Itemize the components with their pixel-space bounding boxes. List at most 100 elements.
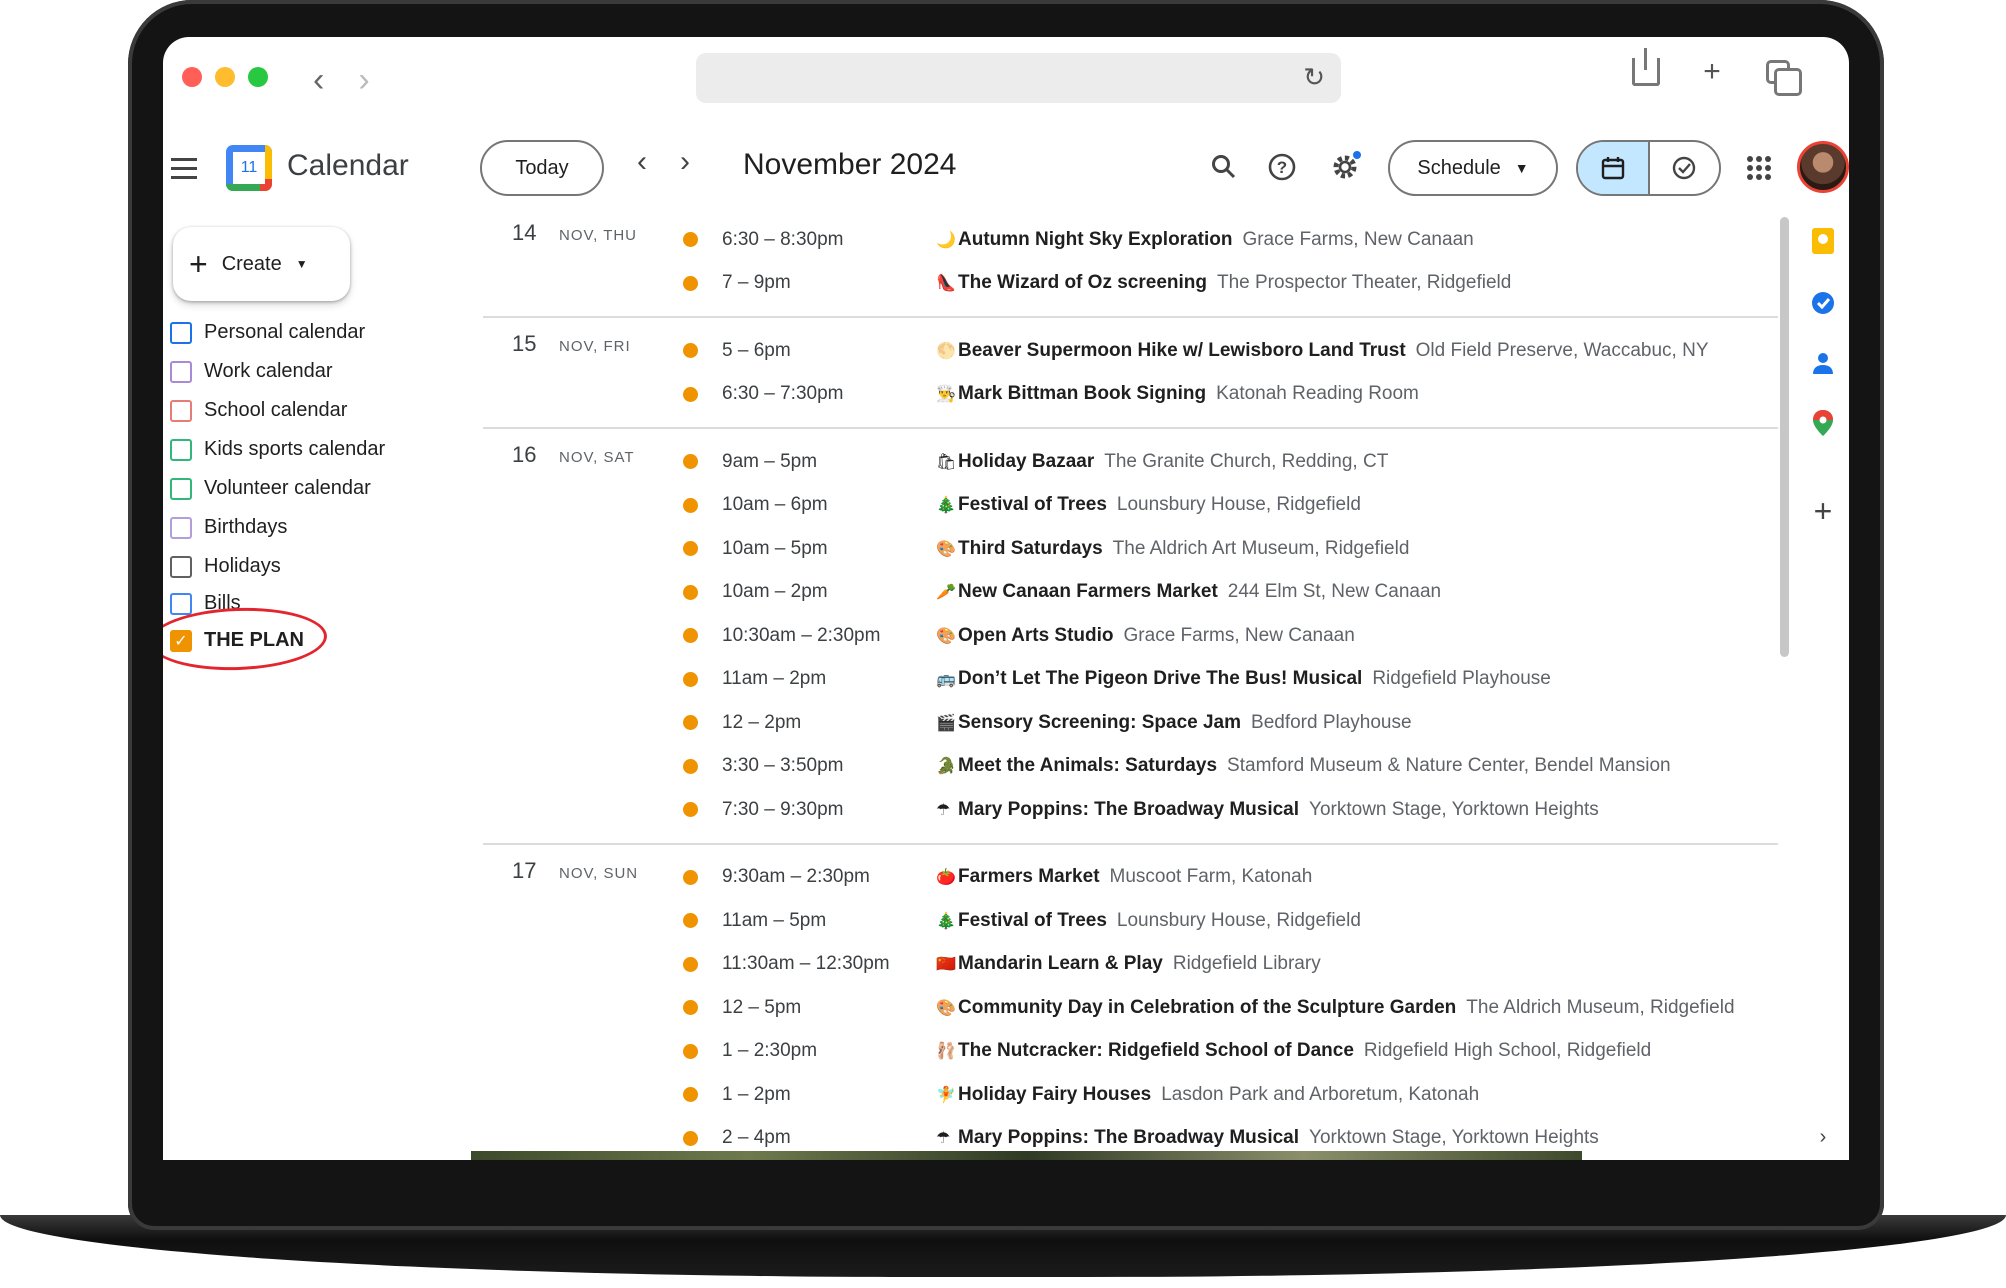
maps-icon[interactable] xyxy=(1809,409,1837,437)
calendar-item[interactable]: Volunteer calendar xyxy=(170,469,385,508)
event-row[interactable]: 6:30 – 7:30pm 👨‍🍳 Mark Bittman Book Signin… xyxy=(483,373,1778,417)
calendar-item[interactable]: Holidays xyxy=(170,547,385,586)
event-title: Mary Poppins: The Broadway Musical xyxy=(958,1127,1300,1149)
event-title: Farmers Market xyxy=(958,866,1100,888)
event-emoji: 🐊 xyxy=(936,758,956,776)
view-selector-button[interactable]: Schedule ▼ xyxy=(1388,140,1558,196)
event-row[interactable]: 9:30am – 2:30pm 🍅 Farmers Market Muscoot Fa… xyxy=(483,856,1778,900)
zoom-window-button[interactable] xyxy=(248,67,268,87)
day-label: NOV, SUN xyxy=(559,864,639,882)
help-icon[interactable]: ? xyxy=(1262,147,1302,187)
event-row[interactable]: 10am – 5pm 🎨 Third Saturdays The Aldrich Ar… xyxy=(483,527,1778,571)
event-location: Old Field Preserve, Waccabuc, NY xyxy=(1415,339,1709,361)
calendar-checkbox[interactable] xyxy=(170,555,192,578)
day-number[interactable]: 16 xyxy=(512,442,536,468)
keep-icon[interactable] xyxy=(1809,227,1837,255)
calendar-checkbox[interactable] xyxy=(170,438,192,461)
add-addon-icon[interactable]: + xyxy=(1809,493,1837,529)
account-avatar[interactable] xyxy=(1797,141,1849,193)
event-color-dot xyxy=(683,454,698,470)
event-emoji: 🌙 xyxy=(936,231,956,249)
event-row[interactable]: 10:30am – 2:30pm 🎨 Open Arts Studio Grace F… xyxy=(483,614,1778,658)
calendar-item[interactable]: Birthdays xyxy=(170,508,385,547)
event-color-dot xyxy=(683,1087,698,1103)
browser-back-icon[interactable]: ‹ xyxy=(313,61,324,100)
event-row[interactable]: 5 – 6pm 🌕 Beaver Supermoon Hike w/ Lewisbo… xyxy=(483,329,1778,373)
event-row[interactable]: 10am – 6pm 🎄 Festival of Trees Lounsbury Ho… xyxy=(483,484,1778,528)
reload-icon[interactable]: ↻ xyxy=(1303,62,1325,93)
minimize-window-button[interactable] xyxy=(215,67,235,87)
search-icon[interactable] xyxy=(1204,147,1244,187)
event-color-dot xyxy=(683,275,698,291)
new-tab-icon[interactable]: + xyxy=(1697,55,1727,89)
event-color-dot xyxy=(683,1130,698,1146)
settings-gear-icon[interactable] xyxy=(1325,147,1365,187)
google-apps-icon[interactable] xyxy=(1747,156,1771,180)
event-time: 7:30 – 9:30pm xyxy=(722,798,844,820)
calendar-checkbox[interactable] xyxy=(170,477,192,500)
event-row[interactable]: 6:30 – 8:30pm 🌙 Autumn Night Sky Explorati… xyxy=(483,218,1778,262)
browser-forward-icon[interactable]: › xyxy=(358,61,369,100)
contacts-icon[interactable] xyxy=(1809,349,1837,377)
event-row[interactable]: 3:30 – 3:50pm 🐊 Meet the Animals: Saturday… xyxy=(483,745,1778,789)
event-time: 11am – 5pm xyxy=(722,909,827,931)
event-row[interactable]: 10am – 2pm 🥕 New Canaan Farmers Market 244 … xyxy=(483,571,1778,615)
event-row[interactable]: 12 – 5pm 🎨 Community Day in Celebration of… xyxy=(483,986,1778,1030)
day-number[interactable]: 15 xyxy=(512,331,536,357)
calendar-item[interactable]: Personal calendar xyxy=(170,313,385,352)
event-color-dot xyxy=(683,715,698,731)
share-icon[interactable] xyxy=(1631,48,1661,89)
calendar-item[interactable]: Kids sports calendar xyxy=(170,430,385,469)
event-title: Festival of Trees xyxy=(958,494,1107,516)
event-title: Holiday Bazaar xyxy=(958,450,1095,472)
tasks-view-icon[interactable] xyxy=(1647,142,1720,194)
event-title: Mandarin Learn & Play xyxy=(958,953,1163,975)
close-window-button[interactable] xyxy=(182,67,202,87)
event-title: Mary Poppins: The Broadway Musical xyxy=(958,798,1300,820)
tasks-icon[interactable] xyxy=(1809,289,1837,317)
event-time: 12 – 2pm xyxy=(722,711,802,733)
event-time: 5 – 6pm xyxy=(722,339,791,361)
day-number[interactable]: 17 xyxy=(512,858,536,884)
event-row[interactable]: 7 – 9pm 👠 The Wizard of Oz screening The Pr… xyxy=(483,262,1778,306)
event-row[interactable]: 11:30am – 12:30pm 🇨🇳 Mandarin Learn & Play… xyxy=(483,943,1778,987)
calendar-checkbox[interactable] xyxy=(170,321,192,344)
calendar-checkbox[interactable] xyxy=(170,399,192,422)
event-emoji: 👨‍🍳 xyxy=(936,386,956,404)
tab-overview-icon[interactable] xyxy=(1763,55,1802,96)
event-location: Grace Farms, New Canaan xyxy=(1123,624,1355,646)
event-row[interactable]: 9am – 5pm 🛍 Holiday Bazaar The Granite Chur… xyxy=(483,440,1778,484)
event-title: Third Saturdays xyxy=(958,537,1103,559)
agenda-scrollbar[interactable] xyxy=(1780,217,1789,657)
event-emoji: 🎬 xyxy=(936,714,956,732)
main-menu-icon[interactable] xyxy=(171,158,197,185)
event-row[interactable]: 12 – 2pm 🎬 Sensory Screening: Space Jam Bed… xyxy=(483,701,1778,745)
address-bar[interactable]: ↻ xyxy=(696,53,1341,103)
event-color-dot xyxy=(683,758,698,774)
previous-period-icon[interactable]: ‹ xyxy=(637,145,647,179)
calendar-checkbox[interactable] xyxy=(170,592,192,615)
event-row[interactable]: 11am – 2pm 🚌 Don’t Let The Pigeon Drive Th… xyxy=(483,658,1778,702)
calendar-checkbox[interactable] xyxy=(170,516,192,539)
calendar-item-the-plan[interactable]: ✓ THE PLAN xyxy=(163,604,385,674)
calendar-view-icon[interactable] xyxy=(1578,142,1648,194)
create-label: Create xyxy=(221,252,282,275)
event-location: Muscoot Farm, Katonah xyxy=(1109,866,1313,888)
event-row[interactable]: 1 – 2pm 🧚 Holiday Fairy Houses Lasdon Park … xyxy=(483,1073,1778,1117)
today-button[interactable]: Today xyxy=(480,140,604,196)
event-row[interactable]: 7:30 – 9:30pm ☂ Mary Poppins: The Broadway… xyxy=(483,788,1778,832)
agenda-day: 14 NOV, THU 6:30 – 8:30pm 🌙 Autumn Night Sky… xyxy=(483,207,1778,318)
calendar-item[interactable]: Work calendar xyxy=(170,352,385,391)
calendar-checkbox[interactable] xyxy=(170,360,192,383)
next-period-icon[interactable]: › xyxy=(680,145,690,179)
browser-window: ‹ › ↻ + 11 Calendar Today ‹ › November 2… xyxy=(163,37,1849,1160)
event-row[interactable]: 11am – 5pm 🎄 Festival of Trees Lounsbury Ho… xyxy=(483,899,1778,943)
create-button[interactable]: + Create ▼ xyxy=(173,227,350,301)
expand-panel-icon[interactable]: › xyxy=(1809,1123,1837,1151)
app-title: Calendar xyxy=(287,149,409,182)
event-row[interactable]: 1 – 2:30pm 🩰 The Nutcracker: Ridgefield Sc… xyxy=(483,1030,1778,1074)
event-emoji: 🎄 xyxy=(936,497,956,515)
calendar-item[interactable]: School calendar xyxy=(170,391,385,430)
day-number[interactable]: 14 xyxy=(512,220,536,246)
event-emoji: 🩰 xyxy=(936,1043,956,1061)
